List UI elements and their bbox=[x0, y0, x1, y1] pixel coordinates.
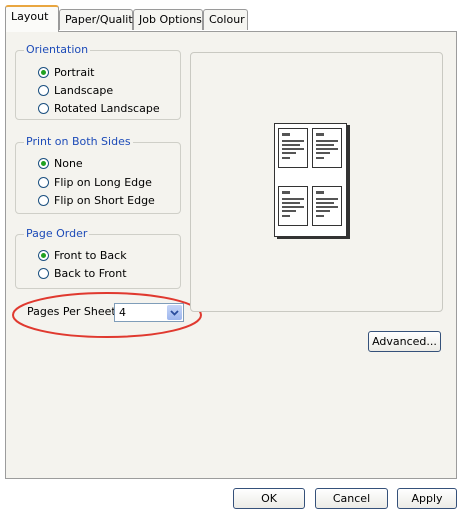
radio-label: Flip on Long Edge bbox=[54, 175, 152, 189]
radio-flip-long-edge[interactable]: Flip on Long Edge bbox=[38, 174, 152, 190]
radio-portrait[interactable]: Portrait bbox=[38, 64, 94, 80]
button-label: OK bbox=[261, 492, 277, 505]
radio-button-icon bbox=[38, 157, 49, 169]
radio-back-to-front[interactable]: Back to Front bbox=[38, 265, 127, 281]
page-thumbnail-icon bbox=[278, 186, 308, 226]
page-thumbnail-icon bbox=[278, 128, 308, 168]
orientation-title: Orientation bbox=[24, 43, 91, 56]
radio-label: Portrait bbox=[54, 65, 95, 79]
radio-none[interactable]: None bbox=[38, 155, 83, 171]
tab-job-options[interactable]: Job Options bbox=[133, 9, 203, 30]
sheet-preview-icon bbox=[274, 123, 347, 237]
radio-button-icon bbox=[38, 267, 49, 279]
radio-button-icon bbox=[38, 102, 49, 114]
radio-button-icon bbox=[38, 84, 49, 96]
advanced-button[interactable]: Advanced... bbox=[368, 331, 441, 352]
radio-label: Flip on Short Edge bbox=[54, 193, 155, 207]
radio-button-icon bbox=[38, 249, 49, 261]
pages-per-sheet-label: Pages Per Sheet: bbox=[27, 305, 120, 318]
tab-label: Colour bbox=[209, 13, 245, 26]
radio-button-icon bbox=[38, 66, 49, 78]
page-thumbnail-icon bbox=[312, 186, 342, 226]
radio-button-icon bbox=[38, 194, 49, 206]
tab-paper-quality[interactable]: Paper/Quality bbox=[59, 9, 139, 30]
duplex-title: Print on Both Sides bbox=[24, 135, 133, 148]
button-label: Apply bbox=[411, 492, 443, 505]
tab-layout[interactable]: Layout bbox=[5, 5, 59, 32]
radio-flip-short-edge[interactable]: Flip on Short Edge bbox=[38, 192, 155, 208]
chevron-down-icon[interactable] bbox=[167, 305, 182, 320]
page-order-title: Page Order bbox=[24, 227, 90, 240]
tab-label: Layout bbox=[11, 10, 49, 23]
radio-landscape[interactable]: Landscape bbox=[38, 82, 113, 98]
radio-front-to-back[interactable]: Front to Back bbox=[38, 247, 127, 263]
layout-preview bbox=[190, 52, 443, 312]
radio-label: Front to Back bbox=[54, 248, 127, 262]
tab-label: Job Options bbox=[139, 13, 202, 26]
radio-label: Landscape bbox=[54, 83, 114, 97]
radio-label: Back to Front bbox=[54, 266, 127, 280]
radio-rotated-landscape[interactable]: Rotated Landscape bbox=[38, 100, 160, 116]
tab-label: Paper/Quality bbox=[65, 13, 140, 26]
radio-button-icon bbox=[38, 176, 49, 188]
button-label: Cancel bbox=[332, 492, 371, 505]
button-label: Advanced... bbox=[372, 335, 437, 348]
page-thumbnail-icon bbox=[312, 128, 342, 168]
radio-label: None bbox=[54, 156, 83, 170]
pages-per-sheet-value: 4 bbox=[119, 306, 126, 319]
radio-label: Rotated Landscape bbox=[54, 101, 160, 115]
pages-per-sheet-select[interactable]: 4 bbox=[114, 303, 184, 322]
tab-colour[interactable]: Colour bbox=[203, 9, 248, 30]
